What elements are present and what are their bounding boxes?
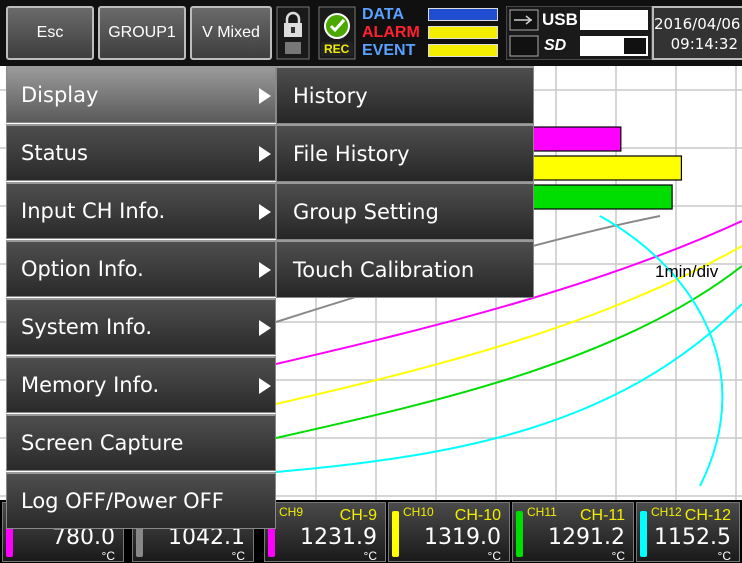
- data-status-label: DATA: [362, 6, 405, 23]
- lock-icon[interactable]: [276, 6, 310, 60]
- channel-color-swatch: [516, 511, 523, 557]
- channel-unit: °C: [363, 549, 377, 563]
- submenu-item-label: File History: [293, 141, 410, 166]
- submenu-arrow-icon: [259, 88, 271, 104]
- channel-unit: °C: [101, 549, 115, 563]
- channel-value: 1319.0: [424, 525, 501, 550]
- channel-name: CH-12: [684, 507, 731, 524]
- alarm-status-bar: [428, 26, 498, 39]
- menu-item-label: Display: [21, 83, 99, 107]
- channel-name: CH-9: [339, 507, 377, 524]
- menu-item-label: Status: [21, 141, 88, 165]
- alarm-status-label: ALARM: [362, 24, 420, 41]
- rec-label: REC: [324, 42, 350, 56]
- channel-color-swatch: [392, 511, 399, 557]
- datetime-display: 2016/04/06 09:14:32: [652, 6, 742, 60]
- menu-item-label: Option Info.: [21, 257, 144, 281]
- mode-button[interactable]: V Mixed: [190, 6, 272, 60]
- submenu-arrow-icon: [259, 204, 271, 220]
- time-text: 09:14:32: [670, 35, 738, 53]
- sd-label: SD: [544, 37, 567, 54]
- group-button[interactable]: GROUP1: [98, 6, 186, 60]
- channel-tag: CH10: [403, 505, 434, 519]
- channel-tag: CH9: [279, 505, 304, 519]
- submenu-item-history[interactable]: History: [276, 66, 534, 124]
- media-status: USB SD: [505, 5, 653, 61]
- menu-item-label: Memory Info.: [21, 373, 160, 397]
- channel-value: 1152.5: [654, 525, 731, 550]
- submenu-item-group-setting[interactable]: Group Setting: [276, 182, 534, 240]
- submenu-arrow-icon: [259, 262, 271, 278]
- menu-item-input-ch-info[interactable]: Input CH Info.: [6, 182, 276, 239]
- menu-item-status[interactable]: Status: [6, 124, 276, 181]
- top-bar: Esc GROUP1 V Mixed REC DATA ALARM EVENT …: [0, 0, 742, 66]
- channel-color-swatch: [640, 511, 647, 557]
- trend-line: [599, 215, 724, 487]
- channel-tag: CH12: [651, 505, 682, 519]
- date-text: 2016/04/06: [654, 15, 741, 33]
- data-status-bar: [428, 8, 498, 21]
- submenu-item-label: History: [293, 83, 368, 108]
- time-scale-label: 1min/div: [655, 262, 719, 281]
- channel-tag: CH11: [527, 505, 557, 519]
- menu-item-label: Screen Capture: [21, 431, 184, 455]
- main-menu: Display Status Input CH Info. Option Info. S…: [6, 66, 276, 529]
- channel-unit: °C: [717, 549, 731, 563]
- menu-item-label: System Info.: [21, 315, 153, 339]
- submenu-arrow-icon: [259, 146, 271, 162]
- status-indicators: DATA ALARM EVENT: [362, 6, 500, 60]
- channel-value: 1291.2: [548, 525, 625, 550]
- menu-item-system-info[interactable]: System Info.: [6, 298, 276, 355]
- event-status-bar: [428, 44, 498, 57]
- channel-unit: °C: [231, 549, 245, 563]
- submenu-arrow-icon: [259, 378, 271, 394]
- menu-item-display[interactable]: Display: [6, 66, 276, 123]
- channel-unit: °C: [487, 549, 501, 563]
- channel-tile[interactable]: CH12 CH-12 1152.5 °C: [636, 502, 740, 563]
- rec-icon: REC: [318, 6, 356, 60]
- menu-item-label: Log OFF/Power OFF: [21, 489, 224, 513]
- submenu-item-touch-calibration[interactable]: Touch Calibration: [276, 240, 534, 298]
- channel-tile[interactable]: CH11 CH-11 1291.2 °C: [512, 502, 634, 563]
- menu-item-screen-capture[interactable]: Screen Capture: [6, 414, 276, 471]
- channel-tile[interactable]: CH10 CH-10 1319.0 °C: [388, 502, 510, 563]
- channel-name: CH-11: [579, 507, 625, 524]
- display-submenu: History File History Group Setting Touch Ca…: [276, 66, 534, 298]
- menu-item-label: Input CH Info.: [21, 199, 166, 223]
- submenu-item-file-history[interactable]: File History: [276, 124, 534, 182]
- event-status-label: EVENT: [362, 42, 416, 59]
- channel-value: 1231.9: [300, 525, 377, 550]
- channel-tile[interactable]: CH9 CH-9 1231.9 °C: [264, 502, 386, 563]
- menu-item-memory-info[interactable]: Memory Info.: [6, 356, 276, 413]
- menu-item-option-info[interactable]: Option Info.: [6, 240, 276, 297]
- submenu-item-label: Touch Calibration: [293, 257, 475, 282]
- channel-unit: °C: [611, 549, 625, 563]
- usb-label: USB: [542, 10, 578, 29]
- submenu-item-label: Group Setting: [293, 199, 439, 224]
- channel-name: CH-10: [454, 507, 501, 524]
- esc-button[interactable]: Esc: [6, 6, 94, 60]
- menu-item-log-off-power-off[interactable]: Log OFF/Power OFF: [6, 472, 276, 529]
- submenu-arrow-icon: [259, 320, 271, 336]
